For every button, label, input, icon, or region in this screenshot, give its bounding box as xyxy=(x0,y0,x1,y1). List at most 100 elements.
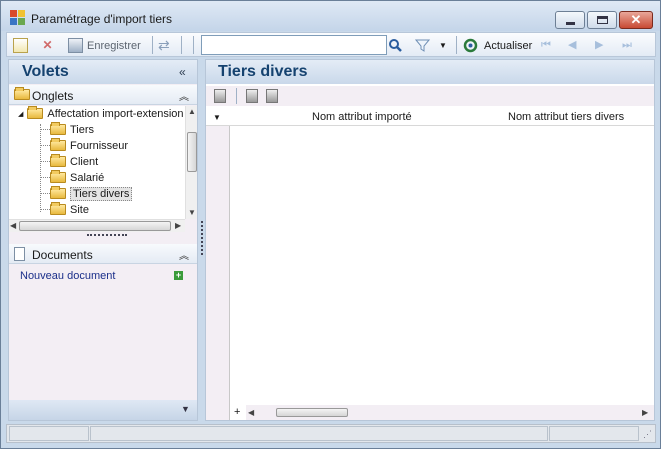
grid-paste-icon[interactable] xyxy=(266,89,278,103)
documents-section-header[interactable]: Documents ︽ xyxy=(9,244,197,264)
column-menu-icon[interactable]: ▼ xyxy=(213,113,221,122)
column-header[interactable]: Nom attribut importé xyxy=(312,111,412,123)
last-icon[interactable]: ⏭ xyxy=(622,38,637,53)
sync-icon[interactable]: ⇄ xyxy=(158,38,173,53)
close-button[interactable]: ✕ xyxy=(619,11,653,29)
tree-label: Fournisseur xyxy=(70,139,129,152)
page-title: Tiers divers xyxy=(218,63,308,80)
left-pane: Volets « Onglets ︽ ◢ Affectation import-… xyxy=(8,59,198,421)
folder-open-icon xyxy=(50,186,66,199)
new-document-link[interactable]: Nouveau document xyxy=(20,270,115,282)
chevron-down-icon[interactable]: ▼ xyxy=(439,38,454,53)
grid-horizontal-scrollbar[interactable]: ◀ ▶ xyxy=(246,405,654,420)
toolbar-separator xyxy=(236,88,237,104)
grid-body[interactable] xyxy=(231,126,654,402)
scroll-left-icon[interactable]: ◀ xyxy=(10,221,16,230)
documents-label: Documents xyxy=(32,248,93,262)
close-icon: ✕ xyxy=(630,12,642,27)
toolbar-separator xyxy=(193,36,194,54)
onglets-section-header[interactable]: Onglets ︽ xyxy=(9,85,197,105)
first-icon[interactable]: ⏮ xyxy=(541,38,556,53)
scroll-thumb[interactable] xyxy=(19,221,171,231)
column-header[interactable]: Nom attribut tiers divers xyxy=(508,111,624,123)
tree-line xyxy=(41,193,50,194)
volets-header: Volets « xyxy=(9,60,197,84)
scroll-left-icon[interactable]: ◀ xyxy=(248,408,254,417)
scroll-right-icon[interactable]: ▶ xyxy=(642,408,648,417)
chevron-up-icon[interactable]: ︽ xyxy=(179,88,189,103)
tree-vertical-scrollbar[interactable]: ▲ ▼ xyxy=(185,106,197,219)
onglets-tree: ◢ Affectation import-extension Tiers Fou… xyxy=(9,106,185,219)
scroll-right-icon[interactable]: ▶ xyxy=(175,221,181,230)
prev-icon[interactable]: ◀ xyxy=(568,38,583,53)
toolbar-separator xyxy=(152,36,153,54)
tree-line xyxy=(41,145,50,146)
tree-line xyxy=(40,124,41,212)
title-bar: Paramétrage d'import tiers ✕ xyxy=(1,1,660,31)
grid-new-icon[interactable] xyxy=(214,89,226,103)
tree-item-client[interactable]: Client xyxy=(50,154,98,169)
scroll-thumb[interactable] xyxy=(187,132,197,172)
toolbar-separator xyxy=(181,36,182,54)
tree-item-site[interactable]: Site xyxy=(50,202,89,217)
minimize-button[interactable] xyxy=(555,11,585,29)
folder-icon xyxy=(50,170,66,183)
save-icon[interactable] xyxy=(68,38,83,53)
search-icon[interactable] xyxy=(388,38,403,53)
tree-item-tiers[interactable]: Tiers xyxy=(50,122,94,137)
scroll-up-icon[interactable]: ▲ xyxy=(188,107,196,116)
new-icon[interactable] xyxy=(13,38,28,53)
tree-label: Affectation import-extension xyxy=(47,107,184,120)
document-icon xyxy=(14,247,25,261)
section-splitter[interactable] xyxy=(87,234,127,240)
scroll-thumb[interactable] xyxy=(276,408,348,417)
tree-item-salarie[interactable]: Salarié xyxy=(50,170,104,185)
pane-splitter[interactable] xyxy=(201,221,203,255)
onglets-label: Onglets xyxy=(32,89,74,103)
status-bar: ⋰ xyxy=(6,424,656,443)
next-icon[interactable]: ▶ xyxy=(595,38,610,53)
row-selector-column xyxy=(206,108,230,420)
toolbar: ✕ Enregistrer ⇄ ▼ Actualiser ⏮ ◀ ▶ ⏭ xyxy=(6,32,656,57)
grid-copy-icon[interactable] xyxy=(246,89,258,103)
maximize-button[interactable] xyxy=(587,11,617,29)
main-pane: Tiers divers ▼ Nom attribut importé Nom … xyxy=(205,59,655,421)
expand-arrow-icon[interactable]: ◢ xyxy=(18,110,23,118)
tree-root[interactable]: ◢ Affectation import-extension xyxy=(18,106,184,121)
folder-icon xyxy=(50,138,66,151)
toolbar-separator xyxy=(456,36,457,54)
search-input[interactable] xyxy=(201,35,387,55)
folder-icon xyxy=(14,87,30,100)
status-cell xyxy=(9,426,89,441)
add-document-icon[interactable]: + xyxy=(174,271,183,280)
tree-label: Salarié xyxy=(70,171,105,184)
tree-label: Site xyxy=(70,203,89,216)
filter-icon[interactable] xyxy=(414,38,431,53)
scroll-down-icon[interactable]: ▼ xyxy=(188,208,196,217)
delete-icon[interactable]: ✕ xyxy=(40,38,55,53)
tree-item-fournisseur[interactable]: Fournisseur xyxy=(50,138,128,153)
grid-header: ▼ Nom attribut importé Nom attribut tier… xyxy=(206,108,654,126)
folder-icon xyxy=(27,106,44,119)
minimize-icon xyxy=(565,21,575,25)
chevron-down-icon[interactable]: ▼ xyxy=(181,404,190,414)
tree-horizontal-scrollbar[interactable]: ◀ ▶ xyxy=(9,219,185,232)
tree-line xyxy=(41,177,50,178)
folder-icon xyxy=(50,202,66,215)
app-icon xyxy=(10,10,26,26)
add-row-icon[interactable]: + xyxy=(234,406,240,418)
app-window: Paramétrage d'import tiers ✕ ✕ Enregistr… xyxy=(0,0,661,449)
status-cell xyxy=(549,426,639,441)
window-title: Paramétrage d'import tiers xyxy=(31,12,173,26)
maximize-icon xyxy=(596,16,608,24)
save-button[interactable]: Enregistrer xyxy=(87,40,141,52)
chevron-up-icon[interactable]: ︽ xyxy=(179,247,189,262)
main-header: Tiers divers xyxy=(206,60,654,84)
folder-icon xyxy=(50,122,66,135)
refresh-icon[interactable] xyxy=(463,38,478,53)
folder-icon xyxy=(50,154,66,167)
tree-item-tiers-divers[interactable]: Tiers divers xyxy=(50,186,133,201)
collapse-pane-icon[interactable]: « xyxy=(179,65,186,79)
resize-grip-icon[interactable]: ⋰ xyxy=(643,429,652,440)
refresh-button[interactable]: Actualiser xyxy=(484,40,532,52)
